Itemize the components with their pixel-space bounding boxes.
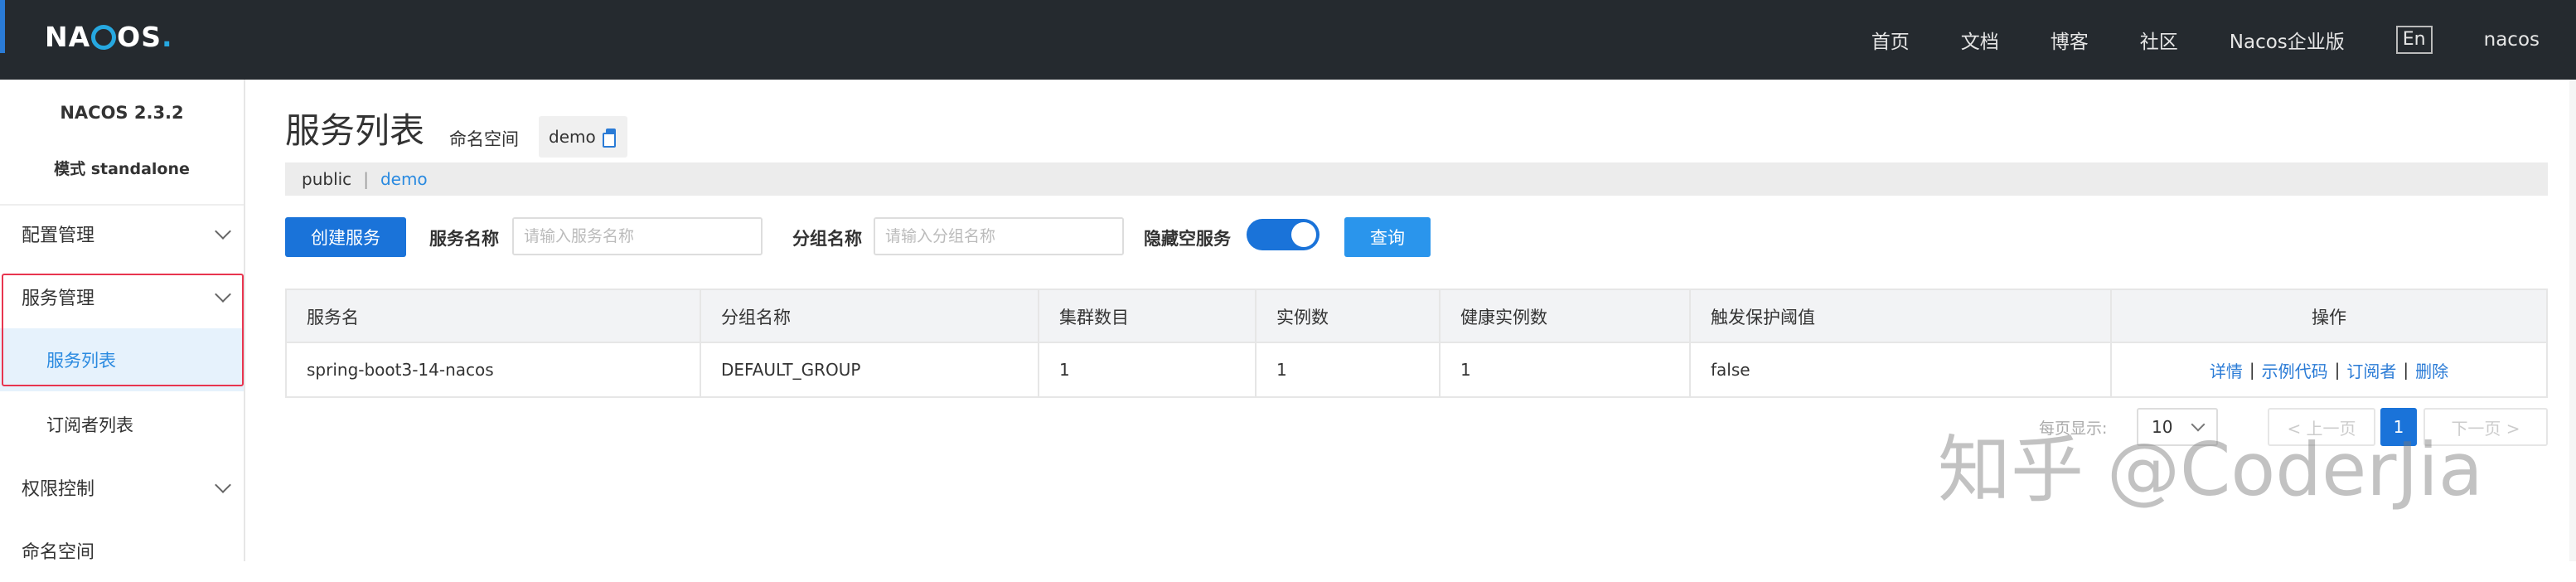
sidebar: NACOS 2.3.2 模式 standalone 配置管理 服务管理 服务列表…: [0, 80, 245, 563]
chevron-down-icon: [215, 286, 231, 303]
cell-cluster-count: 1: [1039, 343, 1257, 396]
chevron-down-icon: [2191, 417, 2206, 432]
detail-link[interactable]: 详情: [2210, 358, 2243, 382]
per-page-label: 每页显示:: [2039, 420, 2108, 438]
cell-service-name: spring-boot3-14-nacos: [287, 343, 701, 396]
service-name-label: 服务名称: [429, 229, 499, 249]
cell-threshold: false: [1691, 343, 2112, 396]
column-header: 实例数: [1257, 290, 1441, 343]
service-table: 服务名 分组名称 集群数目 实例数 健康实例数 触发保护阈值 操作 spring…: [285, 289, 2548, 398]
namespace-chip[interactable]: demo: [539, 116, 627, 158]
language-button[interactable]: En: [2395, 26, 2433, 54]
sidebar-item-label: 订阅者列表: [46, 415, 133, 435]
next-page-button[interactable]: 下一页 >: [2423, 408, 2548, 446]
top-accent: [0, 0, 5, 53]
namespace-separator: |: [363, 169, 369, 189]
hide-empty-toggle[interactable]: [1247, 219, 1319, 250]
group-name-input[interactable]: [874, 217, 1124, 255]
column-header: 集群数目: [1039, 290, 1257, 343]
create-service-button[interactable]: 创建服务: [285, 217, 406, 257]
copy-icon[interactable]: [602, 129, 617, 148]
prev-page-button[interactable]: < 上一页: [2268, 408, 2375, 446]
column-header: 服务名: [287, 290, 701, 343]
top-bar: NA OS. 首页 文档 博客 社区 Nacos企业版 En nacos: [0, 0, 2576, 80]
column-header: 操作: [2312, 308, 2346, 327]
cell-group-name: DEFAULT_GROUP: [701, 343, 1039, 396]
sample-code-link[interactable]: 示例代码: [2262, 358, 2328, 382]
namespace-label: 命名空间: [449, 129, 519, 149]
group-name-label: 分组名称: [792, 229, 862, 249]
sidebar-item-config[interactable]: 配置管理: [0, 202, 244, 265]
main-content: 服务列表 命名空间 demo public | demo 创建服务 服务名称 分…: [245, 80, 2576, 561]
sidebar-item-service-mgmt[interactable]: 服务管理: [0, 265, 244, 328]
page-number-button[interactable]: 1: [2380, 408, 2417, 446]
cell-operations: 详情 | 示例代码 | 订阅者 | 删除: [2112, 343, 2546, 396]
sidebar-mode: 模式 standalone: [0, 153, 244, 206]
sidebar-item-subscribers[interactable]: 订阅者列表: [0, 393, 244, 456]
sidebar-item-label: 服务列表: [46, 351, 116, 371]
scrollbar[interactable]: [2569, 80, 2576, 561]
sidebar-item-auth[interactable]: 权限控制: [0, 456, 244, 519]
sidebar-item-label: 配置管理: [22, 226, 95, 246]
nav-enterprise[interactable]: Nacos企业版: [2230, 26, 2345, 54]
cell-healthy-count: 1: [1441, 343, 1691, 396]
subscribers-link[interactable]: 订阅者: [2346, 358, 2396, 382]
nav-docs[interactable]: 文档: [1961, 26, 1999, 54]
namespace-value: demo: [549, 127, 596, 147]
column-header: 分组名称: [701, 290, 1039, 343]
namespace-tab-demo[interactable]: demo: [380, 169, 428, 189]
chevron-down-icon: [215, 223, 231, 240]
nacos-logo[interactable]: NA OS.: [45, 20, 173, 53]
service-name-input[interactable]: [512, 217, 763, 255]
top-nav: 首页 文档 博客 社区 Nacos企业版 En nacos: [1871, 0, 2576, 80]
table-header: 服务名 分组名称 集群数目 实例数 健康实例数 触发保护阈值 操作: [287, 290, 2546, 343]
nav-community[interactable]: 社区: [2140, 26, 2178, 54]
sidebar-item-service-list[interactable]: 服务列表: [0, 328, 244, 391]
per-page-select[interactable]: 10: [2137, 408, 2218, 446]
filter-row: 创建服务 服务名称 分组名称 隐藏空服务 查询: [285, 217, 2548, 257]
sidebar-item-namespace[interactable]: 命名空间: [0, 519, 244, 582]
chevron-down-icon: [215, 477, 231, 493]
user-name[interactable]: nacos: [2484, 29, 2540, 51]
delete-link[interactable]: 删除: [2415, 358, 2448, 382]
nav-home[interactable]: 首页: [1871, 26, 1910, 54]
sidebar-item-label: 服务管理: [22, 289, 95, 309]
hide-empty-label: 隐藏空服务: [1144, 229, 1231, 249]
column-header: 健康实例数: [1441, 290, 1691, 343]
sidebar-item-label: 权限控制: [22, 479, 95, 500]
logo-ring-icon: [91, 25, 117, 50]
sidebar-version: NACOS 2.3.2: [60, 103, 184, 123]
namespace-tabs: public | demo: [285, 162, 2548, 196]
per-page-value: 10: [2152, 417, 2173, 437]
namespace-tab-public[interactable]: public: [302, 169, 351, 189]
query-button[interactable]: 查询: [1344, 217, 1431, 257]
toggle-knob: [1291, 222, 1316, 247]
page-title: 服务列表: [285, 110, 425, 151]
column-header: 触发保护阈值: [1691, 290, 2112, 343]
table-row: spring-boot3-14-nacos DEFAULT_GROUP 1 1 …: [287, 343, 2546, 396]
sidebar-item-label: 命名空间: [22, 542, 95, 563]
cell-instance-count: 1: [1257, 343, 1441, 396]
nav-blog[interactable]: 博客: [2051, 26, 2089, 54]
